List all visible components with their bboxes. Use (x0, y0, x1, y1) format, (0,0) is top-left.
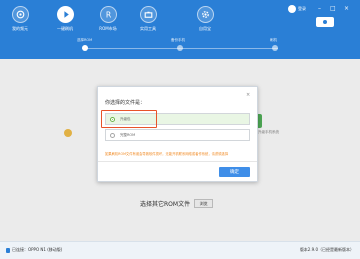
play-disc-icon (11, 6, 29, 23)
login-link[interactable]: 登录 (298, 5, 306, 13)
nav-tools[interactable]: 实用工具 (128, 6, 168, 36)
maximize-icon[interactable]: □ (330, 5, 336, 13)
svg-text:R: R (105, 10, 111, 19)
warning-text: 如果刷机ROM文件有误会导致软件损坏，无能开机联系网络或者作系统，请谨慎选择 (105, 152, 229, 156)
close-icon[interactable]: × (344, 5, 349, 13)
radio-unchecked-icon[interactable] (110, 132, 115, 138)
option-label: 完整ROM (120, 132, 136, 137)
user-avatar-icon[interactable] (288, 5, 296, 13)
nav-label: 自用宝 (199, 26, 211, 31)
feedback-button[interactable] (316, 17, 334, 27)
nav-label: 我的频元 (12, 26, 28, 31)
option-full-rom[interactable]: 完整ROM (105, 129, 250, 141)
gear-icon (196, 6, 214, 23)
nav-my-device[interactable]: 我的频元 (0, 6, 40, 36)
dialog-divider (98, 161, 257, 162)
top-header: 我的频元 一键刷机 R ROM市场 实用工具 自用宝 登录 – □ × 选择RO… (0, 0, 360, 59)
annotation-highlight-box (101, 110, 157, 128)
rom-type-dialog: × 你选择的文件是： 升级包 完整ROM 如果刷机ROM文件有误会导致软件损坏，… (97, 86, 258, 182)
step-label-backup: 备份手机 (171, 38, 185, 42)
dialog-title: 你选择的文件是： (105, 100, 146, 106)
nav-label: 一键刷机 (57, 26, 73, 31)
nav-one-click-flash[interactable]: 一键刷机 (45, 6, 85, 36)
device-status: 已连接：OPPO N1 (移动版) (6, 247, 62, 253)
nav-rom-market[interactable]: R ROM市场 (88, 6, 128, 36)
ok-button[interactable]: 确定 (219, 167, 250, 177)
feedback-icon (323, 20, 327, 24)
minimize-icon[interactable]: – (318, 5, 321, 13)
dialog-close-icon[interactable]: × (246, 92, 250, 98)
step-dot (272, 45, 278, 51)
status-bar: 已连接：OPPO N1 (移动版) 版本2.9.0（已经是最新版本） (0, 241, 360, 259)
flash-app-window: 我的频元 一键刷机 R ROM市场 实用工具 自用宝 登录 – □ × 选择RO… (0, 0, 360, 259)
version-text: 版本2.9.0（已经是最新版本） (299, 247, 354, 252)
flash-icon (56, 6, 74, 23)
nav-label: ROM市场 (99, 26, 117, 31)
step-dot (177, 45, 183, 51)
step-label-flash: 刷机 (270, 38, 277, 42)
device-status-text: 已连接：OPPO N1 (移动版) (12, 247, 63, 252)
rom-market-icon: R (99, 6, 117, 23)
nav-label: 实用工具 (140, 26, 156, 31)
step-dot (82, 45, 88, 51)
nav-self-use[interactable]: 自用宝 (185, 6, 225, 36)
step-label-select-rom: 选择ROM (77, 38, 93, 42)
toolbox-icon (139, 6, 157, 23)
phone-icon (6, 247, 10, 253)
